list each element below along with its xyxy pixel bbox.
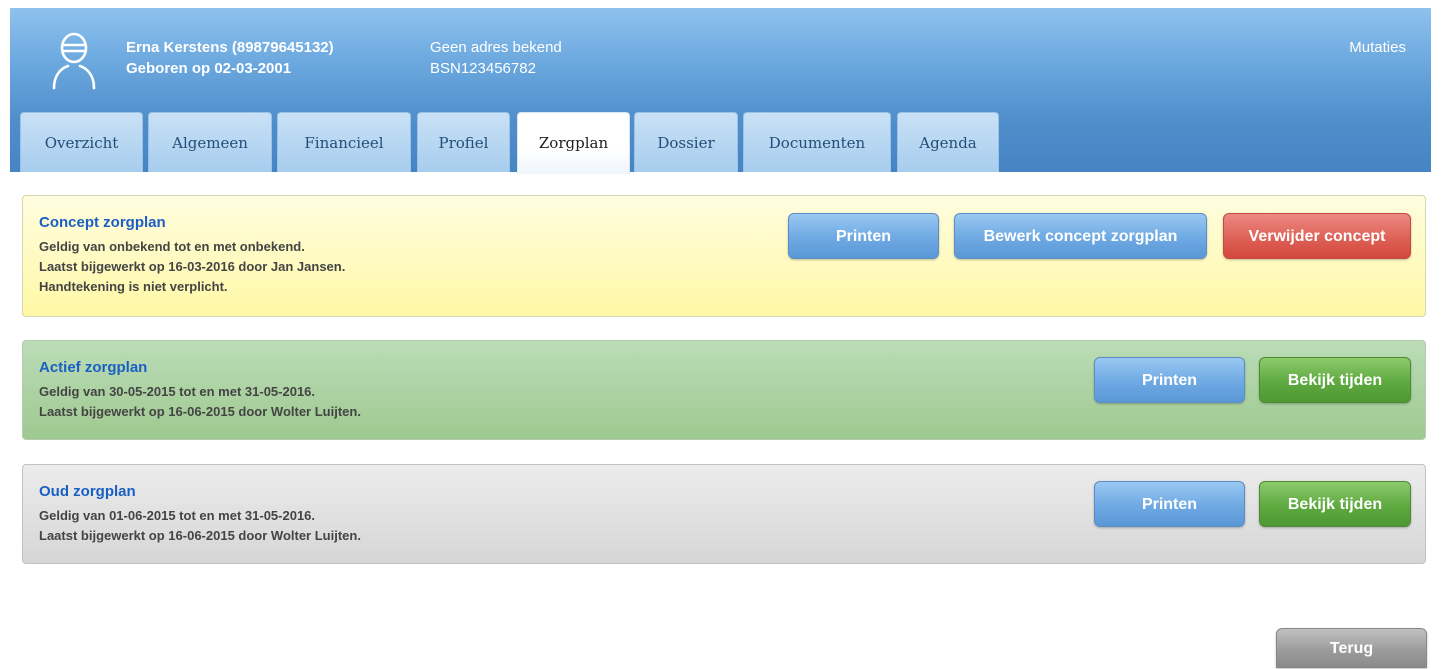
actief-zorgplan-title[interactable]: Actief zorgplan (39, 359, 147, 376)
oud-print-button[interactable]: Printen (1094, 481, 1245, 527)
actief-validity: Geldig van 30-05-2015 tot en met 31-05-2… (39, 384, 316, 399)
user-avatar-icon (52, 32, 96, 90)
oud-zorgplan-panel: Oud zorgplan Geldig van 01-06-2015 tot e… (22, 464, 1426, 564)
concept-validity: Geldig van onbekend tot en met onbekend. (39, 239, 305, 254)
patient-name: Erna Kerstens (89879645132) (126, 39, 334, 56)
edit-concept-zorgplan-button[interactable]: Bewerk concept zorgplan (954, 213, 1207, 259)
patient-address: Geen adres bekend (430, 39, 562, 56)
oud-zorgplan-title[interactable]: Oud zorgplan (39, 483, 136, 500)
patient-birthdate: Geboren op 02-03-2001 (126, 60, 292, 77)
actief-view-times-button[interactable]: Bekijk tijden (1259, 357, 1411, 403)
tab-documenten[interactable]: Documenten (743, 112, 891, 172)
concept-print-button[interactable]: Printen (788, 213, 939, 259)
tab-profiel[interactable]: Profiel (417, 112, 510, 172)
tab-zorgplan[interactable]: Zorgplan (517, 112, 630, 174)
oud-view-times-button[interactable]: Bekijk tijden (1259, 481, 1411, 527)
patient-bsn: BSN123456782 (430, 60, 536, 77)
oud-last-updated: Laatst bijgewerkt op 16-06-2015 door Wol… (39, 528, 361, 543)
tab-overzicht[interactable]: Overzicht (20, 112, 143, 172)
patient-header: Erna Kerstens (89879645132) Geboren op 0… (10, 8, 1431, 174)
delete-concept-button[interactable]: Verwijder concept (1223, 213, 1411, 259)
mutaties-link[interactable]: Mutaties (1349, 38, 1406, 58)
tab-dossier[interactable]: Dossier (634, 112, 738, 172)
concept-zorgplan-title[interactable]: Concept zorgplan (39, 214, 166, 231)
back-button[interactable]: Terug (1276, 628, 1427, 668)
actief-last-updated: Laatst bijgewerkt op 16-06-2015 door Wol… (39, 404, 361, 419)
tab-financieel[interactable]: Financieel (277, 112, 411, 172)
concept-zorgplan-panel: Concept zorgplan Geldig van onbekend tot… (22, 195, 1426, 317)
concept-last-updated: Laatst bijgewerkt op 16-03-2016 door Jan… (39, 259, 346, 274)
actief-zorgplan-panel: Actief zorgplan Geldig van 30-05-2015 to… (22, 340, 1426, 440)
actief-print-button[interactable]: Printen (1094, 357, 1245, 403)
oud-validity: Geldig van 01-06-2015 tot en met 31-05-2… (39, 508, 316, 523)
concept-signature-note: Handtekening is niet verplicht. (39, 279, 228, 294)
tab-algemeen[interactable]: Algemeen (148, 112, 272, 172)
tab-agenda[interactable]: Agenda (897, 112, 999, 172)
